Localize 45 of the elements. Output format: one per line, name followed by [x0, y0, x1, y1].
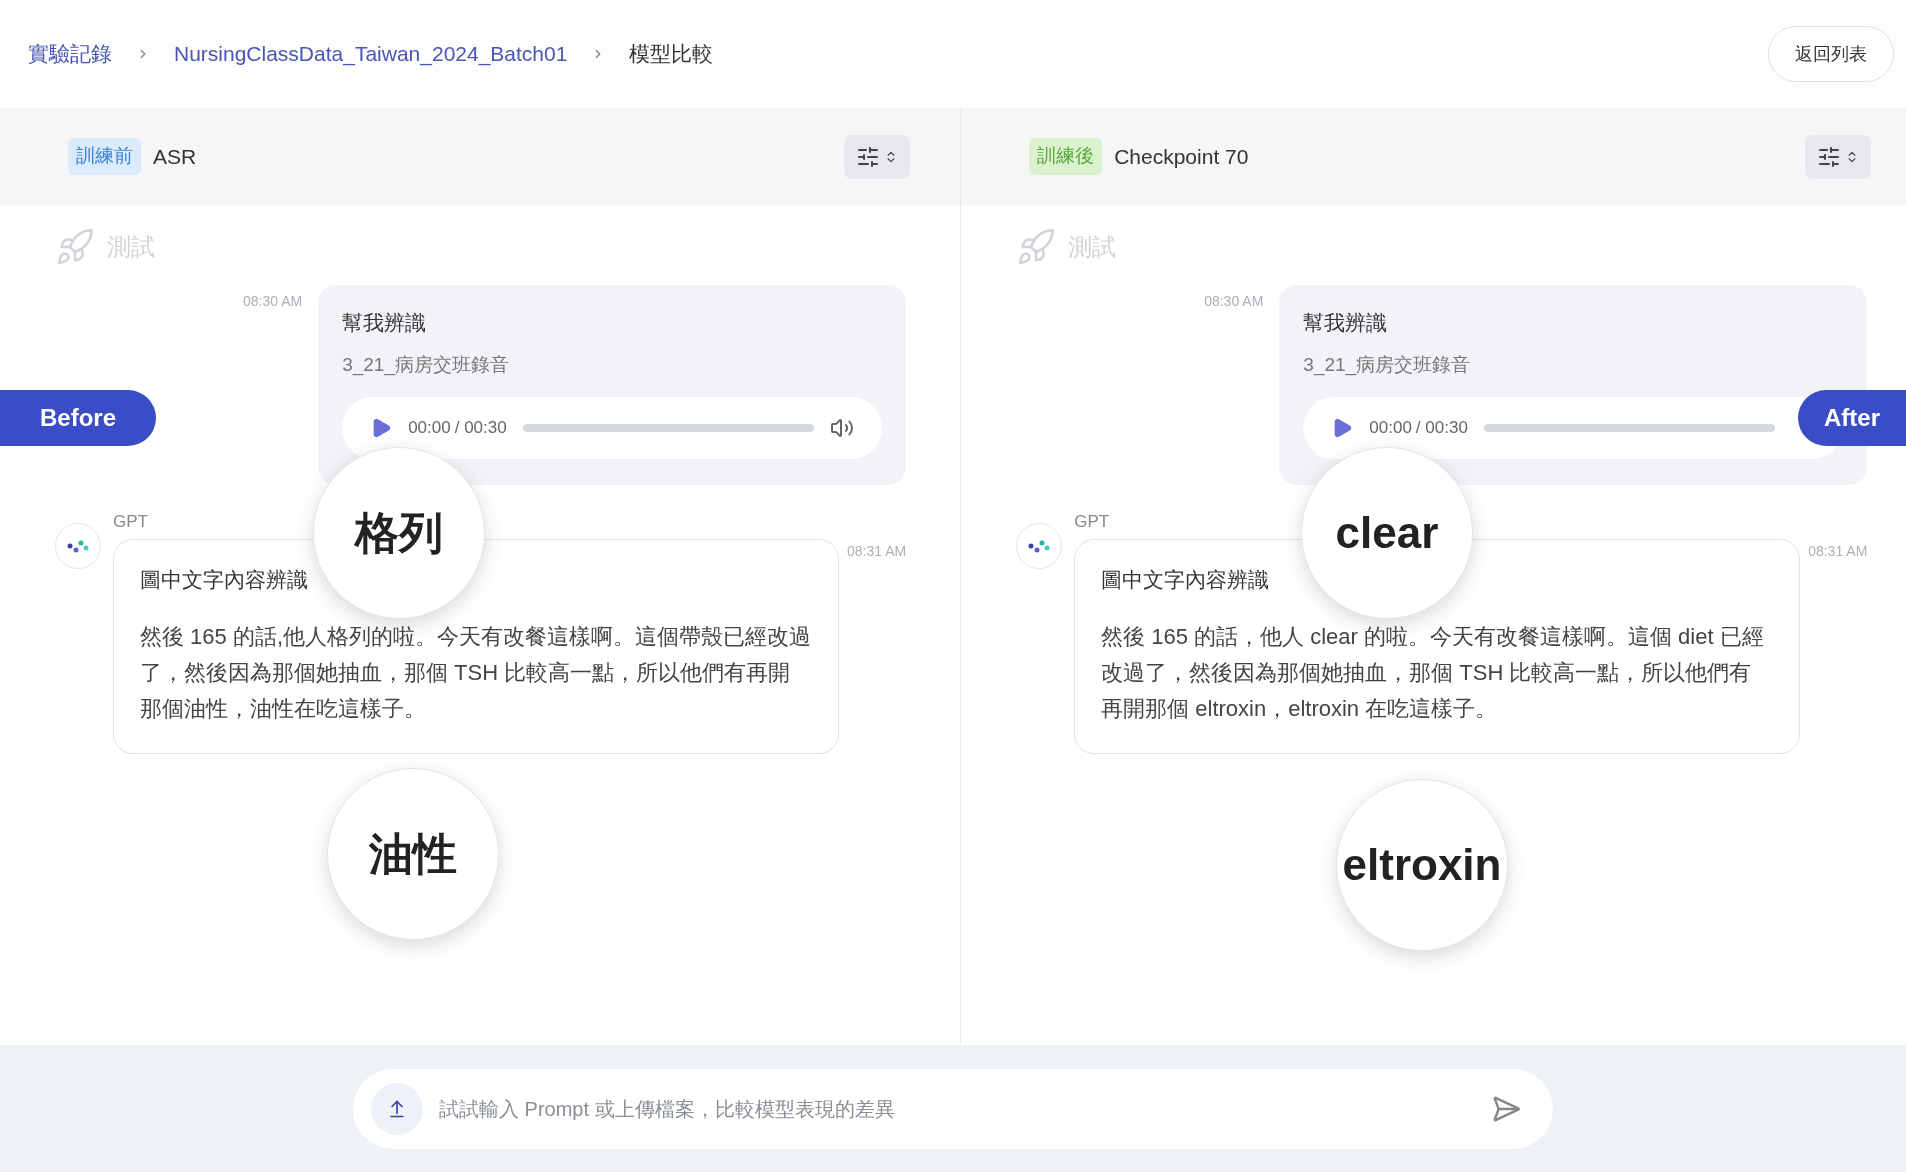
reply-title: 圖中文字內容辨識	[1101, 566, 1271, 593]
model-name: Checkpoint 70	[1114, 143, 1249, 170]
model-tag: 訓練後	[1029, 138, 1103, 175]
reply-time: 08:31 AM	[847, 541, 907, 561]
model-name: ASR	[153, 143, 197, 170]
progress-track[interactable]	[522, 424, 815, 432]
rocket-icon	[55, 227, 95, 267]
magnified-word: 格列	[355, 507, 443, 559]
file-name: 3_21_病房交班錄音	[342, 352, 510, 378]
message-title: 幫我辨識	[1303, 310, 1389, 336]
upload-icon	[387, 1098, 407, 1119]
message-title: 幫我辨識	[342, 310, 428, 336]
back-button[interactable]: 返回列表	[1768, 26, 1894, 82]
message-time: 08:30 AM	[1204, 292, 1264, 311]
sender-name: GPT	[113, 511, 148, 533]
message-time: 08:30 AM	[243, 292, 303, 311]
breadcrumb-link[interactable]: 實驗記錄	[28, 38, 112, 70]
sliders-icon	[1817, 144, 1842, 169]
magnified-word: eltroxin	[1342, 839, 1502, 891]
file-name: 3_21_病房交班錄音	[1303, 352, 1472, 378]
current-time: 00:00	[408, 417, 451, 440]
magnified-word: 油性	[369, 828, 457, 880]
reply-time: 08:31 AM	[1808, 541, 1868, 561]
prompt-input[interactable]: 試試輸入 Prompt 或上傳檔案，比較模型表現的差異	[439, 1093, 1475, 1124]
current-time: 00:00	[1369, 417, 1412, 440]
breadcrumb-link[interactable]: NursingClassData_Taiwan_2024_Batch01	[174, 38, 568, 70]
reply-text: 然後 165 的話，他人 clear 的啦。今天有改餐這樣啊。這個 diet 已經改過了，然後因為那個她抽血，那個 TSH 比較高一點，所以他們有再開那個 eltroxin，eltroxin 在吃這樣子。	[1101, 623, 1765, 723]
prompt-field[interactable]: 試試輸入 Prompt 或上傳檔案，比較模型表現的差異	[353, 1068, 1553, 1149]
duration: / 00:30	[1415, 417, 1468, 440]
progress-track[interactable]	[1483, 424, 1776, 432]
rocket-icon	[1016, 227, 1057, 267]
send-icon[interactable]	[1491, 1093, 1521, 1124]
sliders-icon	[856, 144, 881, 169]
magnified-word: clear	[1335, 507, 1439, 559]
sender-name: GPT	[1074, 511, 1110, 533]
breadcrumb-current: 模型比較	[629, 41, 714, 68]
settings-button[interactable]	[1805, 134, 1872, 179]
model-tag: 訓練前	[68, 138, 141, 175]
settings-button[interactable]	[844, 134, 911, 179]
duration: / 00:30	[454, 417, 507, 440]
reply-title: 圖中文字內容辨識	[140, 566, 309, 593]
before-badge: Before	[0, 390, 157, 446]
volume-icon[interactable]	[830, 416, 855, 440]
after-badge: After	[1798, 390, 1906, 446]
reply-text: 然後 165 的話,他人格列的啦。今天有改餐這樣啊。這個帶殼已經改過了，然後因為那個她抽血，那個 TSH 比較高一點，所以他們有再開那個油性，油性在吃這樣子。	[140, 623, 812, 723]
